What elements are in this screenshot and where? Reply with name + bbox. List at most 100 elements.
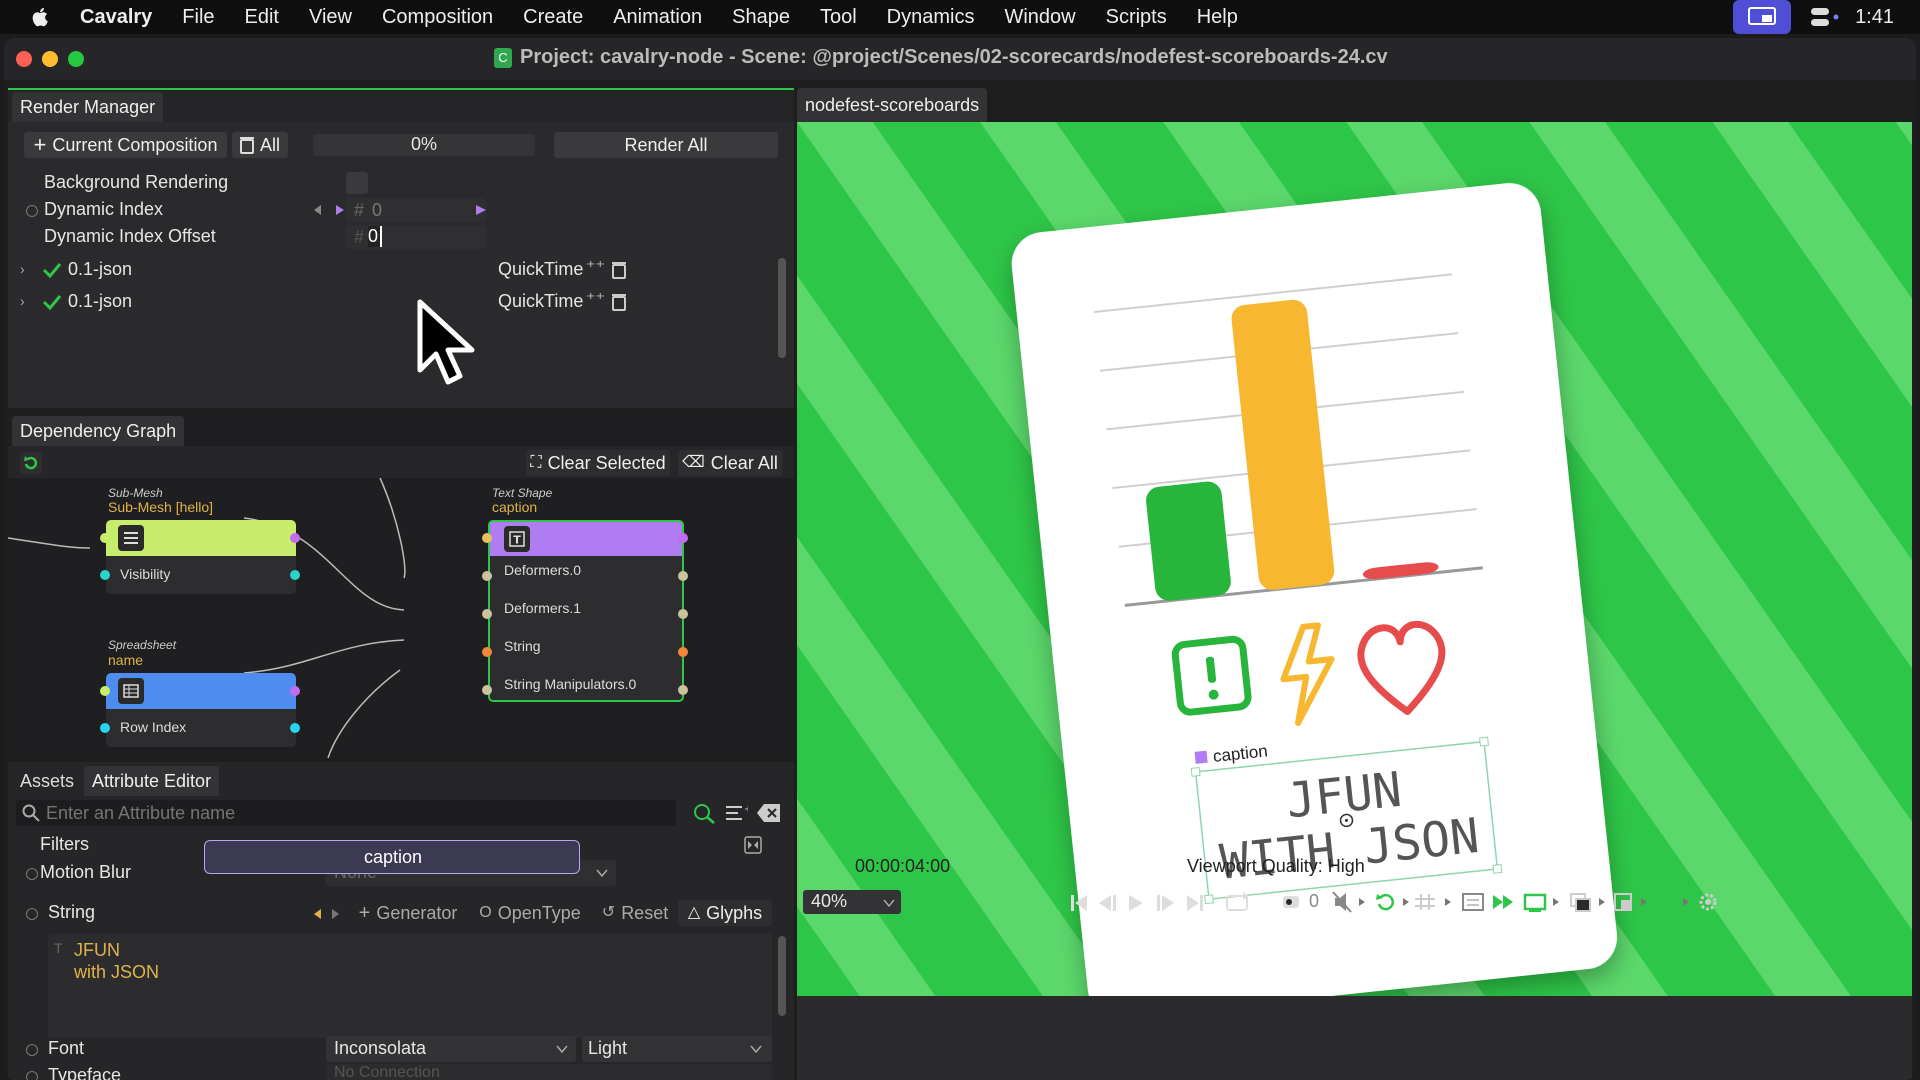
render-job-row[interactable]: › 0.1-json QuickTime ⁺⁺: [12, 255, 772, 285]
text-shape-input-port[interactable]: [482, 533, 492, 543]
string-input-port[interactable]: [482, 647, 492, 657]
zoom-dropdown[interactable]: 40%: [803, 890, 901, 914]
spreadsheet-input-port[interactable]: [100, 686, 110, 696]
keyframe-nav-icon[interactable]: [314, 908, 340, 920]
string-manipulators-output-port[interactable]: [678, 685, 688, 695]
chevron-right-icon[interactable]: ›: [20, 261, 25, 277]
step-back-icon[interactable]: [1099, 895, 1116, 911]
dynamic-index-arrow-icon[interactable]: [476, 203, 486, 217]
render-job-row[interactable]: › 0.1-json QuickTime ⁺⁺: [12, 287, 772, 317]
string-keyframe-toggle[interactable]: [26, 908, 38, 920]
mute-icon[interactable]: [1332, 891, 1352, 913]
menu-tool[interactable]: Tool: [820, 6, 857, 29]
keyframe-nav-icon[interactable]: [314, 203, 344, 217]
attribute-scrollbar[interactable]: [778, 936, 786, 1016]
opentype-button[interactable]: O OpenType: [474, 900, 586, 926]
play-icon[interactable]: [1129, 895, 1143, 911]
tab-render-manager[interactable]: Render Manager: [12, 92, 164, 122]
tab-dependency-graph[interactable]: Dependency Graph: [12, 416, 185, 446]
viewport-canvas[interactable]: caption JFUN WITH JSON: [797, 122, 1912, 1080]
refresh-icon[interactable]: [1376, 893, 1394, 911]
submesh-input-port[interactable]: [100, 533, 110, 543]
selection-handle[interactable]: [1479, 736, 1489, 747]
text-shape-node[interactable]: T: [488, 520, 684, 556]
tab-attribute-editor[interactable]: Attribute Editor: [84, 766, 220, 796]
add-current-composition-button[interactable]: + Current Composition: [24, 132, 227, 158]
typeface-keyframe-toggle[interactable]: [26, 1071, 38, 1080]
minimize-window-button[interactable]: [42, 51, 58, 67]
generator-button[interactable]: + Generator: [352, 900, 464, 926]
tab-assets[interactable]: Assets: [12, 766, 82, 796]
render-list-scrollbar[interactable]: [778, 258, 786, 358]
apple-icon[interactable]: [30, 6, 52, 28]
menu-app[interactable]: Cavalry: [80, 6, 152, 29]
menu-animation[interactable]: Animation: [613, 6, 702, 29]
selection-handle[interactable]: [1190, 766, 1201, 777]
string-output-port[interactable]: [678, 647, 688, 657]
expand-arrow-icon[interactable]: [1403, 898, 1409, 906]
deformers-1-input-port[interactable]: [482, 609, 492, 619]
trash-icon[interactable]: [612, 293, 626, 311]
dynamic-index-input[interactable]: # 0: [346, 198, 486, 222]
skip-to-start-icon[interactable]: [1071, 895, 1087, 911]
deformers-0-input-port[interactable]: [482, 571, 492, 581]
expand-arrow-icon[interactable]: [1683, 898, 1689, 906]
fast-forward-icon[interactable]: [1493, 895, 1513, 909]
font-keyframe-toggle[interactable]: [26, 1044, 38, 1056]
dynamic-index-offset-input[interactable]: # 0: [346, 225, 486, 249]
row-index-input-port[interactable]: [100, 723, 110, 733]
selection-handle[interactable]: [1492, 863, 1503, 874]
render-job-format[interactable]: QuickTime: [498, 259, 583, 280]
overlay-icon[interactable]: [1614, 893, 1632, 911]
record-icon[interactable]: [1281, 892, 1301, 912]
motion-blur-keyframe-toggle[interactable]: [26, 868, 38, 880]
menu-dynamics[interactable]: Dynamics: [887, 6, 975, 29]
expand-arrow-icon[interactable]: [1445, 898, 1451, 906]
menu-create[interactable]: Create: [523, 6, 583, 29]
screen-share-icon[interactable]: [1733, 0, 1792, 34]
submesh-node[interactable]: [106, 520, 296, 556]
submesh-output-port[interactable]: [290, 533, 300, 543]
checkmark-icon[interactable]: [42, 294, 62, 310]
menu-help[interactable]: Help: [1197, 6, 1238, 29]
layers-icon[interactable]: [1570, 893, 1591, 912]
layer-name-popup[interactable]: caption: [204, 840, 580, 874]
delete-all-button[interactable]: All: [232, 132, 288, 158]
render-job-format[interactable]: QuickTime: [498, 291, 583, 312]
typeface-input[interactable]: No Connection: [326, 1064, 772, 1080]
zoom-window-button[interactable]: [68, 51, 84, 67]
menu-view[interactable]: View: [309, 6, 352, 29]
monitor-icon[interactable]: [1523, 893, 1547, 912]
render-settings-icon[interactable]: ⁺⁺: [586, 257, 605, 278]
clear-search-icon[interactable]: [756, 802, 782, 824]
gear-icon[interactable]: [1699, 893, 1717, 911]
menu-shape[interactable]: Shape: [732, 6, 790, 29]
expand-arrow-icon[interactable]: [1359, 898, 1365, 906]
skip-to-end-icon[interactable]: [1187, 895, 1203, 911]
font-style-dropdown[interactable]: Light: [582, 1036, 772, 1062]
expand-arrow-icon[interactable]: [1641, 898, 1647, 906]
guides-icon[interactable]: [1462, 893, 1484, 911]
clear-selected-button[interactable]: ⛶ Clear Selected: [526, 450, 670, 476]
menu-file[interactable]: File: [182, 6, 214, 29]
viewport[interactable]: caption JFUN WITH JSON 00:00:04:00 Viewp…: [797, 122, 1912, 1080]
render-settings-icon[interactable]: ⁺⁺: [586, 289, 605, 310]
spreadsheet-node[interactable]: [106, 673, 296, 709]
frame-field[interactable]: 0: [1309, 891, 1319, 912]
string-manipulators-input-port[interactable]: [482, 685, 492, 695]
glyphs-button[interactable]: △ Glyphs: [678, 900, 772, 926]
dynamic-index-keyframe-toggle[interactable]: [26, 205, 38, 217]
checker-icon[interactable]: [1657, 894, 1675, 912]
tab-nodefest-scoreboards[interactable]: nodefest-scoreboards: [797, 88, 988, 122]
attribute-search-field[interactable]: [16, 800, 676, 826]
render-all-button[interactable]: Render All: [554, 132, 778, 158]
clear-all-button[interactable]: ⌫ Clear All: [678, 450, 782, 476]
grid-icon[interactable]: [1415, 894, 1435, 910]
attribute-search-input[interactable]: [46, 802, 666, 824]
pick-attribute-icon[interactable]: [692, 802, 716, 824]
visibility-output-port[interactable]: [290, 570, 300, 580]
step-forward-icon[interactable]: [1157, 895, 1174, 911]
reset-button[interactable]: ↺ Reset: [596, 900, 674, 926]
string-text-area[interactable]: T JFUN with JSON: [48, 934, 772, 1038]
expand-arrow-icon[interactable]: [1553, 898, 1559, 906]
